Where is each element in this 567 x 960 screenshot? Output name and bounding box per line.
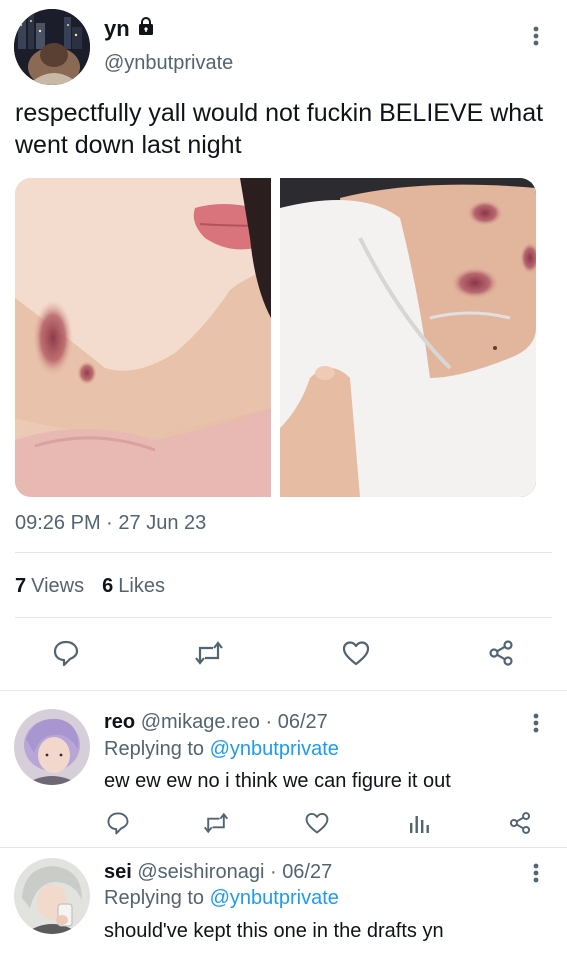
reply-date[interactable]: 06/27 (278, 711, 328, 733)
share-icon[interactable] (503, 806, 537, 840)
more-vertical-icon[interactable] (524, 857, 548, 889)
more-vertical-icon[interactable] (524, 707, 548, 739)
reply-author-name[interactable]: reo (104, 711, 135, 733)
author-name[interactable]: yn (104, 16, 130, 42)
reply-text: ew ew ew no i think we can figure it out (104, 770, 451, 792)
retweet-icon[interactable] (192, 636, 226, 670)
likes-count-link[interactable]: 6 Likes (102, 575, 165, 598)
divider (15, 552, 552, 553)
tweet-stats: 7 Views 6 Likes (15, 575, 165, 598)
reply-date[interactable]: 06/27 (282, 861, 332, 883)
tweet-time: 09:26 PM (15, 512, 101, 534)
tweet-date: 27 Jun 23 (118, 512, 207, 534)
reply-header: sei @seishironagi · 06/27 (104, 861, 333, 883)
tweet-photo-1[interactable] (15, 178, 271, 497)
author-name-row: yn (104, 16, 156, 42)
analytics-icon[interactable] (402, 806, 436, 840)
reply-text: should've kept this one in the drafts yn (104, 920, 444, 942)
reply-author-name[interactable]: sei (104, 861, 132, 883)
tweet-text: respectfully yall would not fuckin BELIE… (15, 99, 544, 159)
author-handle[interactable]: @ynbutprivate (104, 52, 233, 75)
replying-to-link[interactable]: @ynbutprivate (210, 738, 339, 760)
reply-avatar[interactable] (14, 858, 90, 934)
divider (0, 690, 567, 691)
replying-to-link[interactable]: @ynbutprivate (210, 887, 339, 909)
replying-to: Replying to @ynbutprivate (104, 738, 339, 760)
reply-avatar[interactable] (14, 709, 90, 785)
reply-icon[interactable] (101, 806, 135, 840)
retweet-icon[interactable] (199, 806, 233, 840)
author-avatar[interactable] (14, 9, 90, 85)
reply-header: reo @mikage.reo · 06/27 (104, 711, 328, 733)
reply-author-handle[interactable]: @mikage.reo (141, 711, 260, 733)
more-vertical-icon[interactable] (524, 20, 548, 52)
reply-icon[interactable] (49, 636, 83, 670)
divider (0, 847, 567, 848)
divider (15, 617, 552, 618)
tweet-timestamp[interactable]: 09:26 PM · 27 Jun 23 (15, 512, 206, 535)
tweet-photo-2[interactable] (280, 178, 536, 497)
share-icon[interactable] (484, 636, 518, 670)
lock-icon (136, 16, 156, 42)
timestamp-separator: · (106, 512, 119, 534)
replying-to: Replying to @ynbutprivate (104, 887, 339, 909)
views-count-link[interactable]: 7 Views (15, 575, 84, 598)
heart-icon[interactable] (300, 806, 334, 840)
reply-author-handle[interactable]: @seishironagi (137, 861, 264, 883)
heart-icon[interactable] (339, 636, 373, 670)
